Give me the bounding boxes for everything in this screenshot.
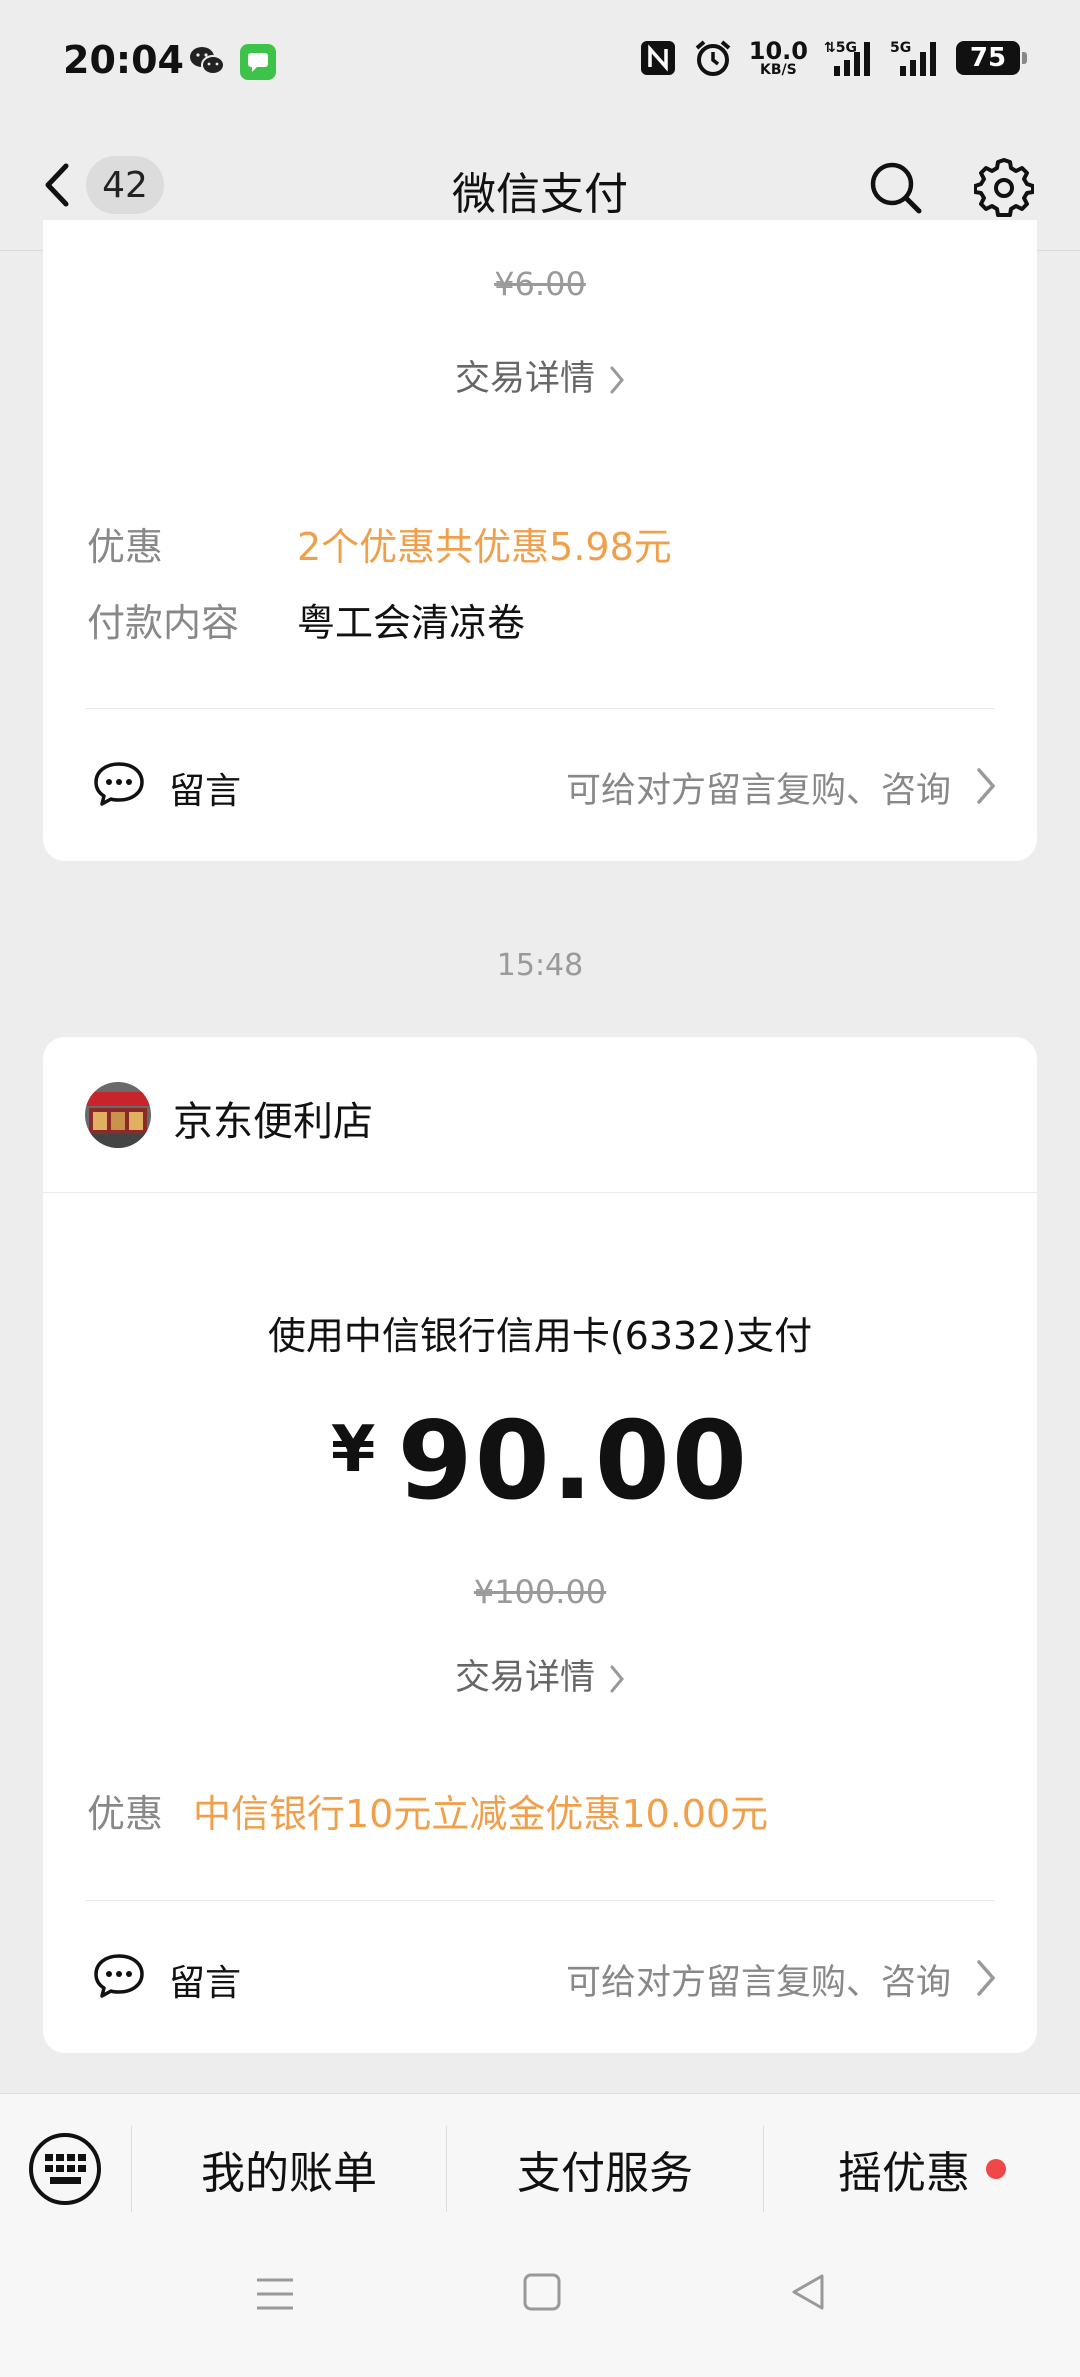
chevron-right-icon [610,366,624,394]
merchant-avatar[interactable] [85,1082,151,1148]
status-time: 20:04 [63,38,184,82]
transaction-details-label: 交易详情 [454,359,595,399]
status-bar: 20:04 10.0 KB/S ⇅5G 5G 75 [0,0,1080,120]
nfc-icon [640,41,675,75]
chevron-right-icon [977,1960,996,1996]
divider [86,1900,994,1901]
original-price: ¥6.00 [494,265,586,303]
transaction-details-link[interactable]: 交易详情 [43,350,1037,401]
tab-shake-discounts-label: 摇优惠 [838,2148,970,2199]
divider [43,1192,1037,1193]
keyboard-icon[interactable] [28,2132,102,2206]
original-price: ¥100.00 [473,1573,607,1611]
tab-payment-services[interactable]: 支付服务 [447,2124,763,2214]
discount-value: 中信银行10元立减金优惠10.00元 [193,1792,769,1836]
svg-text:5G: 5G [890,40,911,56]
alarm-icon [695,40,731,76]
tab-my-bills-label: 我的账单 [201,2148,377,2199]
chat-bubble-icon [94,1954,144,1998]
time-separator: 15:48 [496,948,584,983]
chevron-right-icon [977,768,996,804]
signal-5g-icon-1: ⇅5G [824,40,870,76]
merchant-name[interactable]: 京东便利店 [173,1089,373,1147]
gear-icon[interactable] [974,158,1034,218]
divider [86,708,994,709]
recent-apps-icon[interactable] [255,2274,295,2314]
chevron-right-icon [610,1665,624,1693]
payment-content-label: 付款内容 [87,601,240,645]
status-right-icons: 10.0 KB/S ⇅5G 5G 75 [639,38,1027,78]
network-speed-unit: KB/S [760,62,797,78]
discount-label: 优惠 [87,1792,164,1836]
tab-shake-discounts[interactable]: 摇优惠 [764,2124,1080,2214]
leave-message-hint: 可给对方留言复购、咨询 [565,1963,951,2003]
currency-symbol: ¥ [330,1413,376,1487]
leave-message-label: 留言 [169,1963,242,2004]
message-app-icon [240,44,276,80]
battery-level: 75 [969,43,1007,73]
network-speed-value: 10.0 [748,37,808,65]
payment-method: 使用中信银行信用卡(6332)支付 [267,1314,813,1358]
tab-my-bills[interactable]: 我的账单 [132,2124,446,2214]
payment-content-value: 粤工会清凉卷 [297,601,526,645]
transaction-details-link[interactable]: 交易详情 [43,1649,1037,1700]
discount-value: 2个优惠共优惠5.98元 [297,525,672,569]
discount-label: 优惠 [87,525,164,569]
network-speed: 10.0 KB/S [749,39,808,77]
svg-text:⇅5G: ⇅5G [824,40,857,56]
payment-amount: ¥90.00 [43,1399,1037,1524]
home-icon[interactable] [522,2272,562,2312]
transaction-details-label: 交易详情 [454,1658,595,1698]
chat-bubble-icon [94,762,144,806]
tab-payment-services-label: 支付服务 [517,2148,693,2199]
transaction-card-2: 京东便利店 使用中信银行信用卡(6332)支付 ¥90.00 ¥100.00 交… [43,1037,1037,2053]
storefront-image-icon [85,1082,151,1148]
battery-icon: 75 [956,41,1027,75]
search-icon[interactable] [868,160,924,216]
leave-message-label: 留言 [169,771,242,812]
system-navigation-bar [0,2272,1080,2354]
notification-icons [188,44,276,80]
leave-message-hint: 可给对方留言复购、咨询 [565,771,951,811]
bottom-menu-bar: 我的账单 支付服务 摇优惠 [0,2093,1080,2377]
signal-5g-icon-2: 5G [890,40,936,76]
notification-dot [986,2159,1006,2179]
wechat-notification-icon [190,47,225,75]
back-triangle-icon[interactable] [788,2272,828,2312]
transaction-card-1: ¥6.00 交易详情 优惠 2个优惠共优惠5.98元 付款内容 粤工会清凉卷 留… [43,220,1037,861]
amount-value: 90.00 [397,1399,750,1524]
